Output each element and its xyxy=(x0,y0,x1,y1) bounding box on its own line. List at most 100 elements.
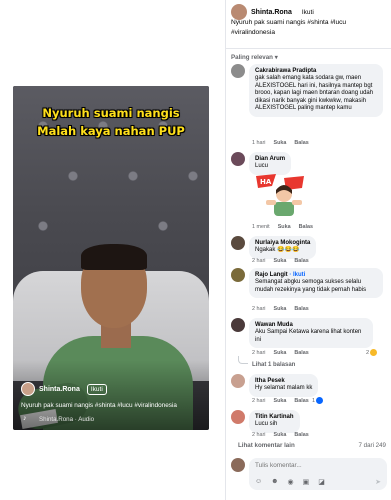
video-overlay-caption-2: Malah kaya nahan PUP xyxy=(37,124,185,138)
comment-time[interactable]: 1 hari xyxy=(252,140,266,146)
camera-icon[interactable]: ◉ xyxy=(288,478,294,486)
sort-dropdown[interactable]: Paling relevan ▾ xyxy=(231,54,278,61)
like-button[interactable]: Suka xyxy=(274,398,287,404)
follow-button[interactable]: Ikuti xyxy=(302,9,314,16)
sticker-text: HA HA xyxy=(260,178,286,186)
video-description: Nyuruh pak suami nangis #shinta #lucu #v… xyxy=(21,402,177,409)
video-panel: Nyuruh suami nangis Malah kaya nahan PUP… xyxy=(0,0,225,500)
view-replies-link[interactable]: Lihat 1 balasan xyxy=(252,362,295,368)
comment-item: Itha Pesek Hy selamat malam kk xyxy=(231,374,319,397)
reaction-summary[interactable]: 1 xyxy=(312,397,324,404)
comment-text: gak salah emang kata sodara gw, maen ALE… xyxy=(255,75,374,112)
comment-item: Nurlaiya Mokoginta Ngakak 😂😂😂 xyxy=(231,236,317,259)
comment-bubble: Wawan Muda Aku Sampai Ketawa karena liha… xyxy=(249,318,373,349)
comment-time[interactable]: 2 hari xyxy=(252,350,266,356)
gif-icon[interactable]: ▣ xyxy=(303,478,310,486)
reaction-summary[interactable]: 2 xyxy=(366,349,378,356)
comment-item: Cakrabirawa Pradipta gak salah emang kat… xyxy=(231,64,383,117)
sort-label: Paling relevan xyxy=(231,54,273,61)
comment-bubble: Cakrabirawa Pradipta gak salah emang kat… xyxy=(249,64,383,117)
reply-button[interactable]: Balas xyxy=(294,258,308,264)
comment-text: Lucu sih xyxy=(255,421,278,427)
comments-panel: Shinta.Rona Ikuti Nyuruh pak suami nangi… xyxy=(225,0,391,500)
comment-author[interactable]: Wawan Muda xyxy=(255,321,367,329)
comment-item: Wawan Muda Aku Sampai Ketawa karena liha… xyxy=(231,318,373,349)
comment-actions: 2 hari Suka Balas xyxy=(252,432,309,438)
comment-author[interactable]: Titin Kartinah xyxy=(255,413,294,421)
comment-text: Lucu xyxy=(255,163,269,169)
comment-text: Aku Sampai Ketawa karena lihat konten in… xyxy=(255,329,362,343)
comment-bubble: Titin Kartinah Lucu sih xyxy=(249,410,300,433)
reply-button[interactable]: Balas xyxy=(294,306,308,312)
composer-tools: ☺ ☻ ◉ ▣ ◪ xyxy=(255,478,325,486)
like-button[interactable]: Suka xyxy=(274,432,287,438)
video-player[interactable]: Nyuruh suami nangis Malah kaya nahan PUP… xyxy=(13,86,209,430)
reply-button[interactable]: Balas xyxy=(294,140,308,146)
reply-button[interactable]: Balas xyxy=(299,224,313,230)
comment-item: Rajo Langit · Ikuti Semangat abgku semog… xyxy=(231,268,383,299)
comment-actions: 2 hari Suka Balas xyxy=(252,258,309,264)
comment-text: Semangat abgku semoga sukses selalu muda… xyxy=(255,279,367,293)
emoji-icon[interactable]: ☻ xyxy=(271,478,278,486)
music-icon: ♪ xyxy=(23,415,27,422)
avatar[interactable] xyxy=(231,318,245,332)
reply-button[interactable]: Balas xyxy=(294,398,308,404)
comment-time[interactable]: 2 hari xyxy=(252,306,266,312)
avatar[interactable] xyxy=(231,64,245,78)
avatar[interactable] xyxy=(231,236,245,250)
comment-bubble: Rajo Langit · Ikuti Semangat abgku semog… xyxy=(249,268,383,299)
comment-author[interactable]: Cakrabirawa Pradipta xyxy=(255,67,377,75)
video-audio-link[interactable]: Shinta.Rona · Audio xyxy=(39,416,94,423)
comment-text: Hy selamat malam kk xyxy=(255,385,313,391)
follow-button[interactable]: · Ikuti xyxy=(289,272,305,278)
video-author-name[interactable]: Shinta.Rona xyxy=(39,386,80,393)
video-author: Shinta.Rona Ikuti xyxy=(21,382,107,396)
comment-time[interactable]: 2 hari xyxy=(252,398,266,404)
reply-connector xyxy=(238,356,248,364)
sticker-icon[interactable]: ◪ xyxy=(318,478,325,486)
comment-author[interactable]: Itha Pesek xyxy=(255,377,312,385)
comment-bubble: Itha Pesek Hy selamat malam kk xyxy=(249,374,319,397)
comment-time[interactable]: 2 hari xyxy=(252,258,266,264)
send-icon[interactable]: ➤ xyxy=(375,478,381,486)
comment-box[interactable]: ☺ ☻ ◉ ▣ ◪ ➤ xyxy=(249,458,387,490)
like-button[interactable]: Suka xyxy=(274,306,287,312)
avatar[interactable] xyxy=(231,152,245,166)
avatar[interactable] xyxy=(231,374,245,388)
reply-button[interactable]: Balas xyxy=(294,350,308,356)
haha-reaction-icon xyxy=(370,349,378,356)
comment-time[interactable]: 1 menit xyxy=(252,224,270,230)
comment-count: 7 dari 249 xyxy=(358,442,386,449)
video-follow-button[interactable]: Ikuti xyxy=(86,383,107,395)
comment-actions: 2 hari Suka Balas xyxy=(252,350,309,356)
comment-input[interactable] xyxy=(255,462,375,469)
comment-item: Titin Kartinah Lucu sih xyxy=(231,410,300,433)
comment-actions: 2 hari Suka Balas xyxy=(252,398,309,404)
divider xyxy=(226,48,391,49)
avatar-sticker-icon[interactable]: ☺ xyxy=(255,478,262,486)
comment-actions: 1 menit Suka Balas xyxy=(252,224,313,230)
comments-footer: Lihat komentar lain 7 dari 249 xyxy=(238,442,386,449)
comment-author[interactable]: Dian Arum xyxy=(255,155,285,163)
post-author-name[interactable]: Shinta.Rona xyxy=(251,9,292,16)
reply-button[interactable]: Balas xyxy=(294,432,308,438)
avatar[interactable] xyxy=(231,410,245,424)
like-button[interactable]: Suka xyxy=(278,224,291,230)
like-button[interactable]: Suka xyxy=(274,350,287,356)
comment-author[interactable]: Rajo Langit xyxy=(255,272,288,278)
avatar xyxy=(231,458,245,472)
avatar[interactable] xyxy=(231,268,245,282)
video-frame-hair xyxy=(81,244,147,270)
comment-author-line: Rajo Langit · Ikuti xyxy=(255,271,377,279)
comment-actions: 2 hari Suka Balas xyxy=(252,306,309,312)
laughing-sticker: HA HA xyxy=(256,174,304,216)
comment-author[interactable]: Nurlaiya Mokoginta xyxy=(255,239,310,247)
reaction-count: 1 xyxy=(312,397,316,404)
avatar[interactable] xyxy=(21,382,35,396)
comment-composer: ☺ ☻ ◉ ▣ ◪ ➤ xyxy=(231,458,387,490)
reaction-count: 2 xyxy=(366,349,370,356)
more-comments-link[interactable]: Lihat komentar lain xyxy=(238,442,295,449)
comment-time[interactable]: 2 hari xyxy=(252,432,266,438)
like-button[interactable]: Suka xyxy=(274,140,287,146)
like-button[interactable]: Suka xyxy=(274,258,287,264)
